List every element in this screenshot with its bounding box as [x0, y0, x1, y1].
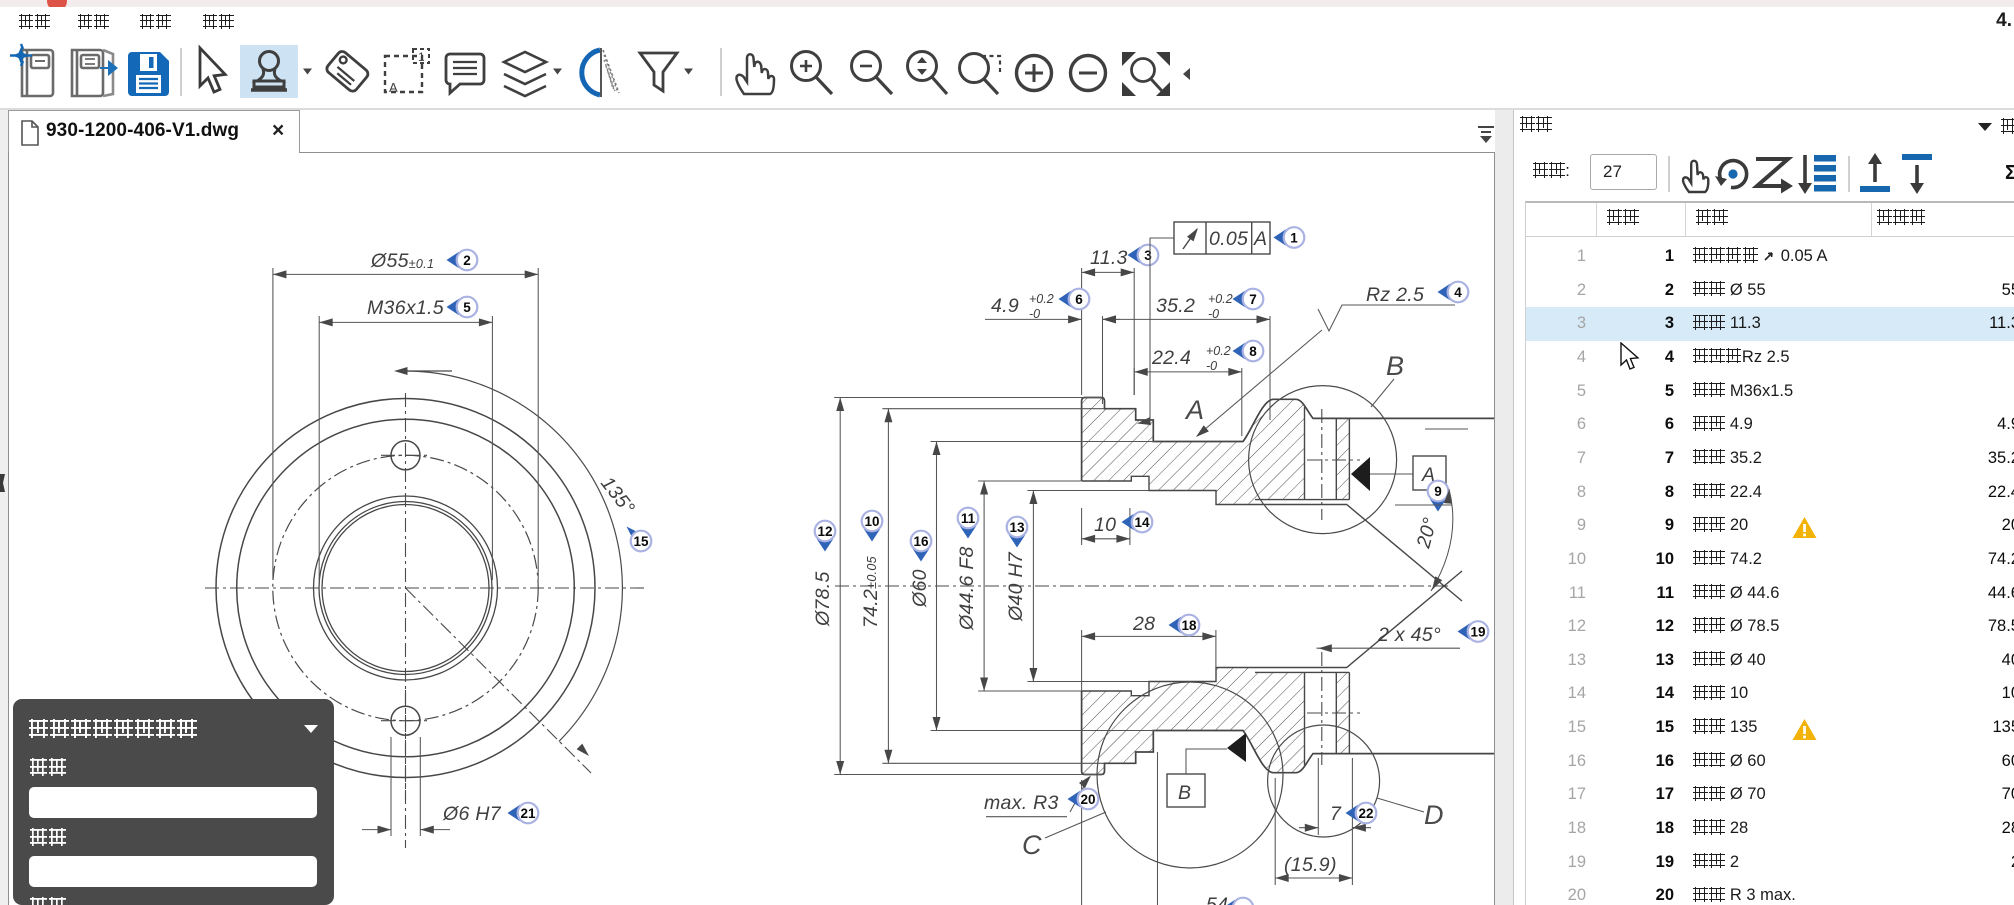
- svg-text:15: 15: [633, 534, 649, 549]
- svg-text:7: 7: [1249, 292, 1257, 307]
- svg-text:+0.2: +0.2: [1208, 292, 1233, 306]
- svg-text:35.2: 35.2: [1156, 295, 1195, 317]
- svg-text:2: 2: [463, 253, 471, 268]
- svg-text:28: 28: [1132, 613, 1155, 635]
- svg-text:13: 13: [1009, 520, 1025, 535]
- svg-text:Ø44.6 F8: Ø44.6 F8: [956, 546, 978, 631]
- svg-text:20: 20: [1080, 792, 1095, 807]
- svg-text:11.3: 11.3: [1090, 247, 1128, 269]
- svg-text:9: 9: [1434, 484, 1442, 499]
- svg-text:14: 14: [1134, 515, 1150, 530]
- svg-text:4.9: 4.9: [991, 295, 1019, 317]
- svg-text:+0.2: +0.2: [1206, 344, 1231, 358]
- svg-text:Ø6 H7: Ø6 H7: [442, 803, 502, 825]
- svg-text:22: 22: [1358, 806, 1373, 821]
- svg-text:C: C: [1022, 830, 1042, 860]
- svg-text:8: 8: [1249, 344, 1257, 359]
- svg-text:Ø40 H7: Ø40 H7: [1005, 551, 1027, 622]
- svg-text:1: 1: [418, 50, 425, 64]
- svg-text:18: 18: [1181, 618, 1197, 633]
- svg-text:-0: -0: [1029, 307, 1040, 321]
- svg-text:Ø60: Ø60: [909, 569, 931, 608]
- svg-text:11: 11: [961, 511, 976, 526]
- svg-text:10: 10: [864, 514, 879, 529]
- svg-text:3: 3: [1144, 248, 1152, 263]
- svg-text:-0: -0: [1206, 359, 1217, 373]
- svg-text:6: 6: [1075, 292, 1083, 307]
- svg-text:2 x 45°: 2 x 45°: [1377, 624, 1441, 646]
- svg-text:135°: 135°: [596, 473, 639, 519]
- svg-text:4: 4: [1454, 285, 1462, 300]
- svg-text:M36x1.5: M36x1.5: [367, 297, 444, 319]
- svg-text:74.2±0.05: 74.2±0.05: [860, 556, 882, 628]
- svg-text:Rz 2.5: Rz 2.5: [1366, 284, 1424, 306]
- svg-text:54: 54: [1206, 894, 1228, 905]
- svg-text:5: 5: [463, 300, 471, 315]
- svg-text:(15.9): (15.9): [1284, 854, 1337, 876]
- svg-text:19: 19: [1470, 624, 1485, 639]
- svg-text:B: B: [1178, 782, 1191, 804]
- svg-text:A: A: [1184, 395, 1204, 425]
- svg-text:10: 10: [1094, 514, 1116, 536]
- svg-text:16: 16: [913, 534, 929, 549]
- svg-text:+0.2: +0.2: [1029, 292, 1054, 306]
- svg-text:A: A: [1253, 228, 1267, 250]
- svg-text:22.4: 22.4: [1151, 347, 1191, 369]
- svg-text:max. R3: max. R3: [984, 792, 1059, 814]
- svg-text:Ø78.5: Ø78.5: [812, 571, 834, 627]
- svg-text:0.05: 0.05: [1209, 228, 1248, 250]
- svg-text:21: 21: [520, 806, 536, 821]
- svg-text:Ø55±0.1: Ø55±0.1: [370, 250, 434, 272]
- svg-text:7: 7: [1330, 803, 1342, 825]
- svg-text:B: B: [1386, 351, 1404, 381]
- svg-text:1: 1: [1290, 230, 1298, 245]
- svg-text:-0: -0: [1208, 307, 1219, 321]
- svg-text:A: A: [389, 80, 398, 95]
- svg-text:D: D: [1424, 800, 1444, 830]
- svg-text:12: 12: [817, 524, 832, 539]
- svg-text:20°: 20°: [1412, 515, 1441, 551]
